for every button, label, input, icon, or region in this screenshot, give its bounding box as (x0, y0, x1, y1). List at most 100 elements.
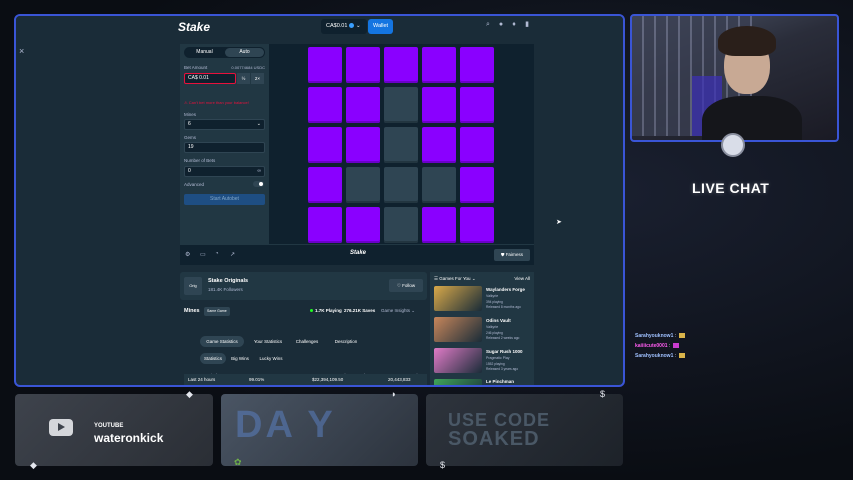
games-heading[interactable]: ☰ Games For You ⌄ (434, 276, 476, 282)
mode-tabs: Manual Auto (184, 47, 265, 58)
same-game-badge[interactable]: Same Game (204, 307, 230, 316)
gem-tile[interactable] (346, 127, 380, 163)
half-button[interactable]: ½ (237, 73, 250, 84)
gem-tile[interactable] (422, 47, 456, 83)
gem-tile[interactable] (460, 207, 494, 243)
game-title[interactable]: Sugar Rush 1000 (486, 349, 523, 354)
advanced-toggle[interactable] (253, 181, 264, 187)
subtab-big-wins[interactable]: Big Wins (228, 353, 252, 364)
gem-tile[interactable] (422, 87, 456, 123)
game-name: Mines (184, 308, 200, 314)
saves-count[interactable]: 276.21K Saves (344, 308, 375, 313)
list-item[interactable]: Le Pinchman (434, 379, 532, 385)
gem-tile[interactable] (308, 87, 342, 123)
hidden-tile[interactable] (346, 167, 380, 203)
settings-icon[interactable]: ⚙ (185, 251, 190, 258)
warning-text: Can't bet more than your balance! (188, 100, 249, 105)
tab-auto[interactable]: Auto (225, 48, 264, 57)
list-item[interactable]: Sugar Rush 1000 Pragmatic Play 1552 play… (434, 348, 532, 374)
gem-tile[interactable] (384, 47, 418, 83)
hidden-tile[interactable] (422, 167, 456, 203)
fairness-button[interactable]: ⛊ Fairness (494, 249, 530, 261)
bets-value: 0 (188, 168, 191, 174)
gem-tile[interactable] (308, 127, 342, 163)
gem-tile[interactable] (346, 207, 380, 243)
streamer-hair (718, 26, 776, 56)
bet-controls-panel: Manual Auto Bet Amount 0.00774684 USDC C… (180, 44, 269, 244)
bet-amount-converted: 0.00774684 USDC (231, 65, 265, 70)
daily-banner: DA Y (221, 394, 418, 466)
tab-manual[interactable]: Manual (185, 48, 224, 57)
game-release: Released 3 years ago (486, 367, 519, 371)
subtab-statistics[interactable]: Statistics (200, 353, 226, 364)
tab-game-statistics[interactable]: Game Statistics (200, 336, 244, 347)
bet-amount-input[interactable]: CA$ 0.01 (184, 73, 236, 84)
balance-warning: ⚠ Can't bet more than your balance! (184, 100, 249, 105)
user-icon[interactable]: ● (497, 21, 505, 29)
list-item[interactable]: Waylanders Forge Valkyrie 394 playing Re… (434, 286, 532, 312)
gem-tile[interactable] (460, 127, 494, 163)
list-item[interactable]: Odins Vault Valkyrie 246 playing Release… (434, 317, 532, 343)
gem-tile[interactable] (346, 47, 380, 83)
games-heading-label: Games For You (439, 276, 471, 281)
search-icon[interactable]: ⌕ (484, 21, 492, 29)
gem-tile[interactable] (308, 167, 342, 203)
gem-tile[interactable] (422, 207, 456, 243)
bell-icon[interactable]: ♦ (510, 21, 518, 29)
dollar-icon: $ (600, 389, 606, 399)
gem-tile[interactable] (460, 47, 494, 83)
theatre-icon[interactable]: ▭ (200, 251, 206, 258)
tab-description[interactable]: Description (330, 336, 362, 347)
tab-your-statistics[interactable]: Your Statistics (250, 336, 286, 347)
stats-icon[interactable]: ↗ (230, 251, 235, 258)
double-button[interactable]: 2× (251, 73, 264, 84)
subtab-lucky-wins[interactable]: Lucky Wins (257, 353, 285, 364)
hidden-tile[interactable] (384, 87, 418, 123)
chart-icon[interactable]: ◔ (215, 251, 219, 257)
stake-logo[interactable]: Stake (178, 20, 210, 34)
chat-text: : (668, 343, 671, 349)
gems-label: Gems (184, 135, 197, 140)
game-thumbnail[interactable] (434, 317, 482, 342)
youtube-banner: YOUTUBE wateronkick (15, 394, 213, 466)
online-dot-icon (310, 309, 313, 313)
view-all-link[interactable]: View All (514, 276, 530, 281)
game-title[interactable]: Odins Vault (486, 318, 511, 323)
start-autobet-button[interactable]: Start Autobet (184, 194, 265, 205)
gem-tile[interactable] (346, 87, 380, 123)
playing-value: 1.7K Playing (315, 308, 342, 313)
number-of-bets-input[interactable]: 0 ∞ (184, 166, 265, 177)
hidden-tile[interactable] (384, 207, 418, 243)
wallet-button[interactable]: Wallet (368, 19, 393, 34)
gem-tile[interactable] (460, 167, 494, 203)
game-footer-bar: ⚙ ▭ ◔ ↗ Stake ⛊ Fairness (180, 244, 534, 265)
game-title[interactable]: Le Pinchman (486, 379, 514, 384)
gem-tile[interactable] (308, 47, 342, 83)
game-release: Released 8 months ago (486, 305, 521, 309)
tab-challenges[interactable]: Challenges (292, 336, 322, 347)
originals-title[interactable]: Stake Originals (208, 278, 248, 284)
gem-tile[interactable] (308, 207, 342, 243)
hidden-tile[interactable] (384, 127, 418, 163)
mines-board (269, 44, 534, 244)
mines-select[interactable]: 6 ⌄ (184, 119, 265, 130)
mines-value: 6 (188, 121, 191, 127)
dice-icon: ◆ (30, 460, 37, 470)
game-title[interactable]: Waylanders Forge (486, 287, 525, 292)
infinity-icon[interactable]: ∞ (257, 167, 261, 176)
close-icon[interactable]: × (19, 46, 24, 56)
balance-display[interactable]: CA$0.01 ⌄ (321, 19, 367, 34)
chat-text: : (674, 353, 677, 359)
game-thumbnail[interactable] (434, 379, 482, 385)
hidden-tile[interactable] (384, 167, 418, 203)
game-insights[interactable]: Game Insights ⌄ (381, 308, 415, 314)
gem-tile[interactable] (460, 87, 494, 123)
emote-icon (679, 353, 686, 359)
row-total-bets: 20,443,833 (388, 377, 411, 382)
gem-tile[interactable] (422, 127, 456, 163)
follow-button[interactable]: ♡ Follow (389, 279, 423, 292)
game-thumbnail[interactable] (434, 286, 482, 311)
advanced-label: Advanced (184, 182, 205, 187)
sidebar-icon[interactable]: ▮ (523, 21, 531, 29)
game-thumbnail[interactable] (434, 348, 482, 373)
